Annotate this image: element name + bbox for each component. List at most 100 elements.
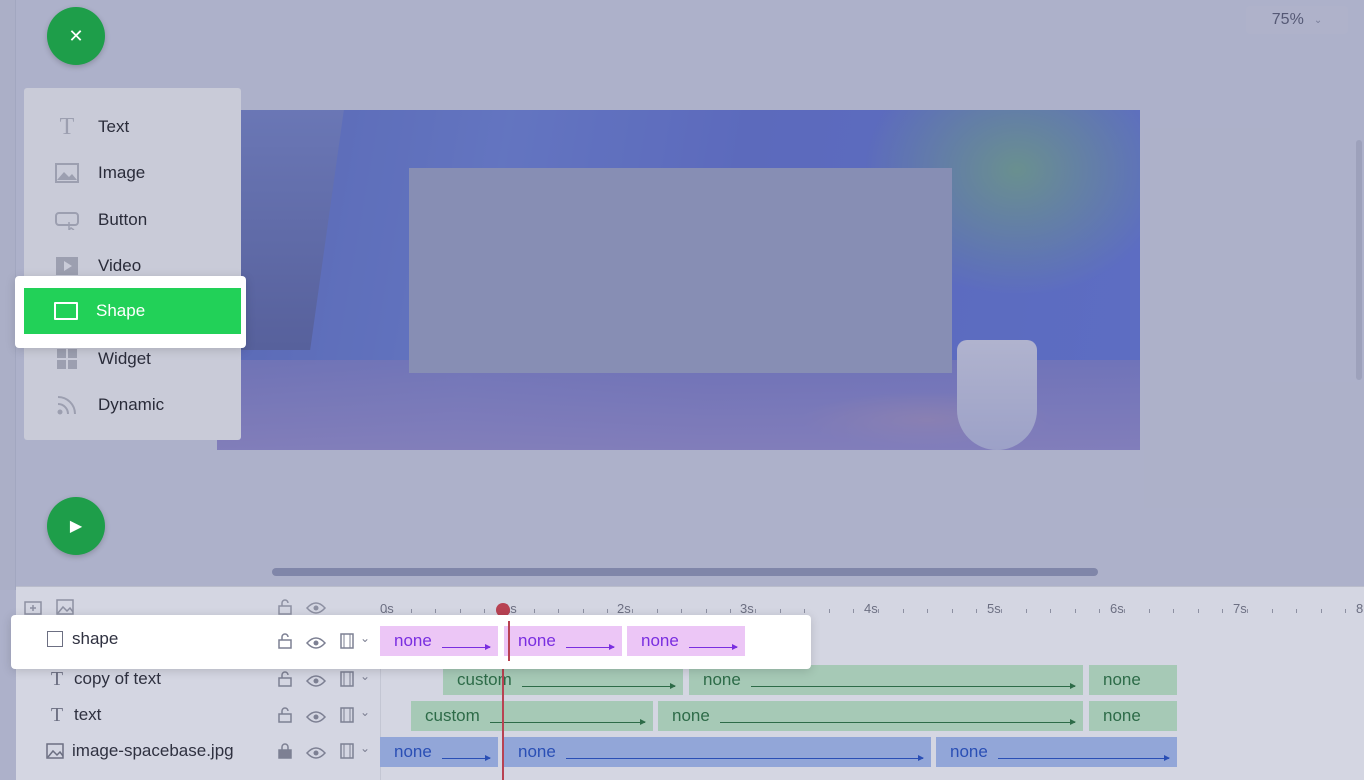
layer-row-text[interactable]: T text ⌄ custom none none xyxy=(16,697,1364,733)
menu-item-label: Dynamic xyxy=(98,395,165,414)
menu-item-label: Shape xyxy=(96,301,146,320)
animation-segment[interactable]: none xyxy=(936,737,1177,767)
animation-segment[interactable]: none xyxy=(1089,665,1177,695)
play-button[interactable]: ▶ xyxy=(47,497,105,555)
ruler-tick xyxy=(386,609,387,613)
menu-item-dynamic[interactable]: Dynamic xyxy=(24,385,241,425)
shape-element[interactable] xyxy=(409,168,952,373)
segment-label: none xyxy=(950,742,988,761)
menu-item-label: Image xyxy=(98,163,146,182)
animation-segment[interactable]: none xyxy=(380,737,498,767)
ruler-tick xyxy=(1271,609,1273,613)
segment-label: none xyxy=(394,742,432,761)
layer-label: shape xyxy=(72,629,119,648)
video-icon xyxy=(54,255,80,277)
left-gutter xyxy=(0,0,16,590)
animation-segment[interactable]: custom xyxy=(411,701,653,731)
lock-icon[interactable] xyxy=(278,671,292,690)
animation-segment[interactable]: none xyxy=(504,626,622,656)
ruler-tick xyxy=(1050,609,1052,613)
arrow-icon xyxy=(441,643,492,650)
menu-item-shape[interactable]: Shape xyxy=(24,288,241,334)
ruler-tick xyxy=(705,609,707,613)
plant-pot-graphic xyxy=(957,340,1037,450)
segment-label: none xyxy=(1103,670,1141,689)
ruler-tick xyxy=(1173,609,1175,613)
animation-segment[interactable]: none xyxy=(380,626,498,656)
button-icon xyxy=(54,209,80,231)
layer-name: T text xyxy=(48,704,102,726)
widget-icon xyxy=(54,348,80,370)
ruler-tick xyxy=(1345,609,1347,613)
segment-label: custom xyxy=(425,706,480,725)
menu-item-text[interactable]: T Text xyxy=(24,107,241,147)
arrow-icon xyxy=(997,754,1171,761)
ruler-label: 3s xyxy=(740,601,754,616)
shape-icon xyxy=(46,630,64,648)
eye-icon[interactable] xyxy=(305,674,327,690)
eye-icon[interactable] xyxy=(305,636,327,652)
eye-icon[interactable] xyxy=(305,746,327,762)
ruler-tick xyxy=(656,609,658,613)
animation-segment[interactable]: none xyxy=(627,626,745,656)
ruler-tick xyxy=(1148,609,1150,613)
layer-label: image-spacebase.jpg xyxy=(72,741,234,760)
ruler-label: 5s xyxy=(987,601,1001,616)
vertical-scrollbar[interactable] xyxy=(1356,140,1362,380)
close-button[interactable]: ✕ xyxy=(47,7,105,65)
chevron-down-icon[interactable]: ⌄ xyxy=(360,669,370,683)
ruler-tick xyxy=(730,609,732,613)
ruler-tick xyxy=(533,609,535,613)
chevron-down-icon[interactable]: ⌄ xyxy=(360,631,370,645)
ruler-tick xyxy=(1197,609,1199,613)
menu-item-label: Video xyxy=(98,256,142,275)
menu-item-button[interactable]: Button xyxy=(24,200,241,240)
menu-item-label: Button xyxy=(98,210,148,229)
ruler-label: 6s xyxy=(1110,601,1124,616)
layer-label: text xyxy=(74,705,102,724)
animation-segment[interactable]: custom xyxy=(443,665,683,695)
ruler-tick xyxy=(1222,609,1224,613)
lock-icon[interactable] xyxy=(278,743,292,762)
ruler-tick xyxy=(1124,609,1125,613)
chevron-down-icon[interactable]: ⌄ xyxy=(360,705,370,719)
layer-name: T copy of text xyxy=(48,668,161,690)
banner-canvas[interactable] xyxy=(217,110,1140,450)
film-icon[interactable] xyxy=(340,707,354,726)
dynamic-icon xyxy=(54,394,80,416)
animation-segment[interactable]: none xyxy=(658,701,1083,731)
layer-row-shape-highlight: shape ⌄ none none none xyxy=(11,615,811,669)
ruler-tick xyxy=(878,609,879,613)
ruler-tick xyxy=(755,609,756,613)
ruler-label: 2s xyxy=(617,601,631,616)
zoom-select[interactable]: 75% ⌄ xyxy=(1246,6,1348,34)
segment-label: none xyxy=(703,670,741,689)
ruler-tick xyxy=(1099,609,1101,613)
layer-name: image-spacebase.jpg xyxy=(46,741,234,761)
image-icon xyxy=(46,742,64,760)
ruler-tick xyxy=(607,609,609,613)
ruler-label: 7s xyxy=(1233,601,1247,616)
image-icon xyxy=(54,162,80,184)
play-icon: ▶ xyxy=(69,518,83,535)
ruler-tick xyxy=(410,609,412,613)
eye-icon[interactable] xyxy=(305,710,327,726)
animation-segment[interactable]: none xyxy=(689,665,1083,695)
layer-row-shape[interactable]: shape ⌄ none none none xyxy=(16,621,806,661)
horizontal-scrollbar[interactable] xyxy=(272,568,1098,576)
lock-icon[interactable] xyxy=(278,633,292,652)
film-icon[interactable] xyxy=(340,671,354,690)
ruler-tick xyxy=(1025,609,1027,613)
chevron-down-icon[interactable]: ⌄ xyxy=(360,741,370,755)
film-icon[interactable] xyxy=(340,743,354,762)
layer-row-image[interactable]: image-spacebase.jpg ⌄ none none none xyxy=(16,733,1364,769)
ruler-tick xyxy=(681,609,683,613)
film-icon[interactable] xyxy=(340,633,354,652)
lock-icon[interactable] xyxy=(278,707,292,726)
ruler-tick xyxy=(804,609,806,613)
ruler-tick xyxy=(459,609,461,613)
ruler-tick xyxy=(1296,609,1298,613)
animation-segment[interactable]: none xyxy=(504,737,931,767)
animation-segment[interactable]: none xyxy=(1089,701,1177,731)
menu-item-image[interactable]: Image xyxy=(24,153,241,193)
